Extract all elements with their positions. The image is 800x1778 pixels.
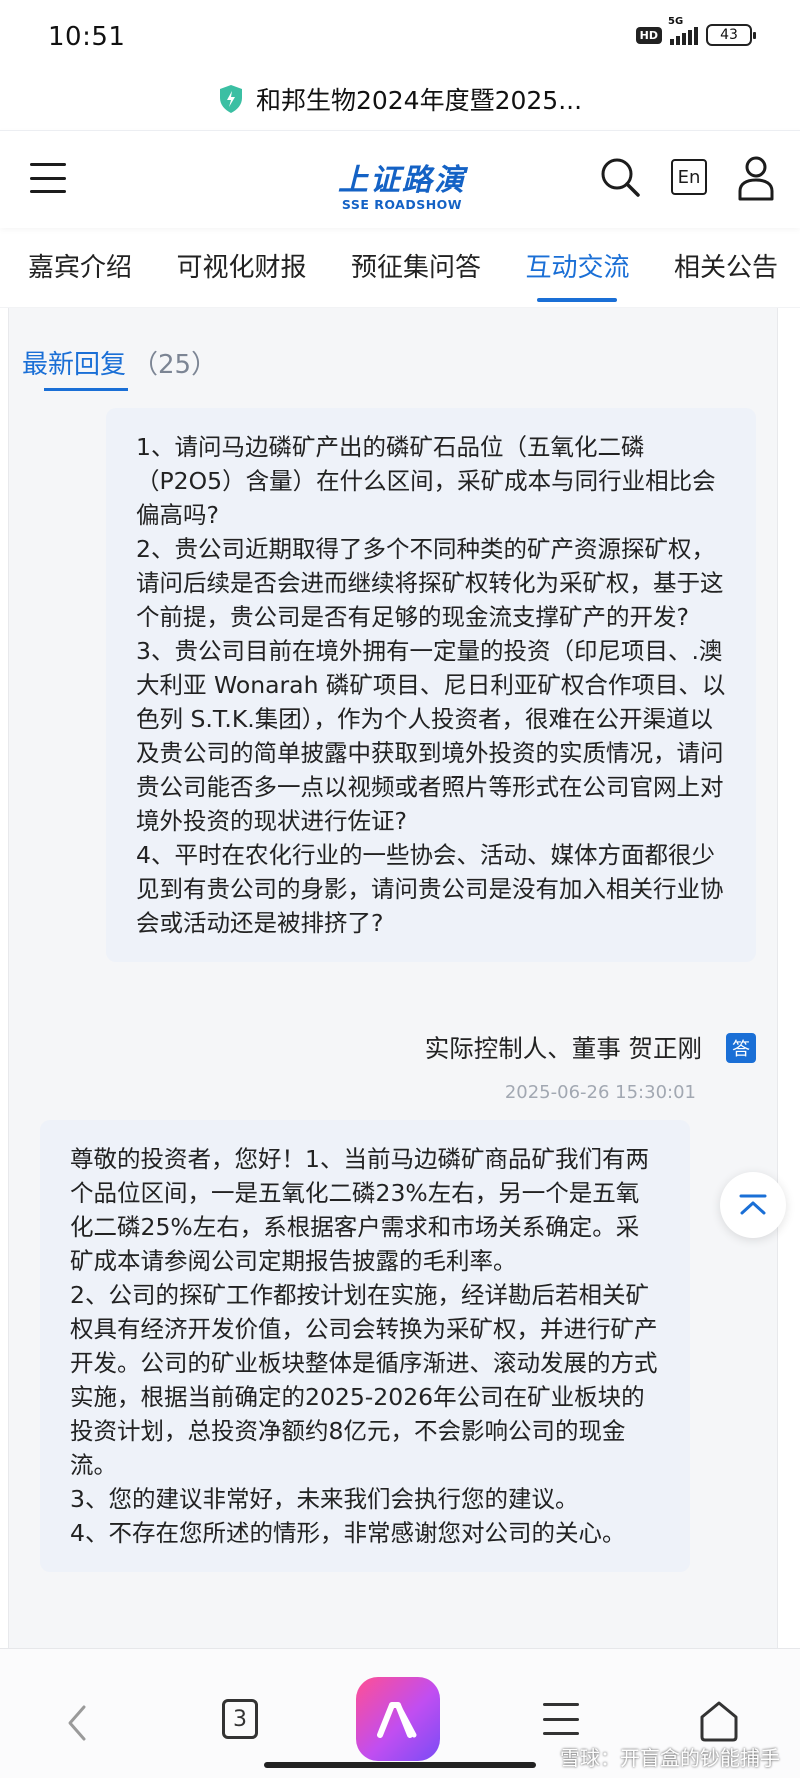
question-line: 2、贵公司近期取得了多个不同种类的矿产资源探矿权，请问后续是否会进而继续将探矿权… [136,535,724,631]
answer-badge: 答 [726,1032,756,1063]
hd-badge: HD [635,26,662,44]
double-chevron-up-icon [739,1194,767,1215]
tab-count-button[interactable]: 3 [222,1699,258,1739]
logo-english: SSE ROADSHOW [341,197,463,212]
page-title: 和邦生物2024年度暨2025... [255,86,583,115]
answer-card: 尊敬的投资者，您好！1、当前马边磷矿商品矿我们有两个品位区间，一是五氧化二磷23… [40,1120,690,1572]
answer-author-row: 实际控制人、董事 贺正刚 答 [425,1030,756,1065]
watermark-text: 雪球：开盲盒的钞能捕手 [560,1746,780,1770]
answer-author: 实际控制人、董事 贺正刚 [424,1034,702,1063]
network-label: 5G [668,16,684,27]
address-bar[interactable]: 和邦生物2024年度暨2025... [0,70,800,128]
question-line: 1、请问马边磷矿产出的磷矿石品位（五氧化二磷（P2O5）含量）在什么区间，采矿成… [136,433,716,529]
site-header: 上证路演 SSE ROADSHOW En [0,130,800,228]
home-indicator[interactable] [264,1762,536,1768]
secure-shield-icon [219,85,242,113]
latest-replies-label: 最新回复 [22,350,127,380]
question-line: 4、平时在农化行业的一些协会、活动、媒体方面都很少见到有贵公司的身影，请问贵公司… [136,841,724,937]
scroll-to-top-button[interactable] [720,1172,786,1238]
tab-guest-intro[interactable]: 嘉宾介绍 [28,228,132,308]
menu-icon[interactable] [543,1703,579,1735]
answer-timestamp: 2025-06-26 15:30:01 [504,1082,696,1103]
logo-chinese: 上证路演 [338,163,466,198]
battery-icon: 43 [706,24,756,46]
language-button[interactable]: En [671,159,707,195]
menu-button[interactable] [30,163,66,193]
ai-logo-icon [377,1702,417,1738]
question-line: 3、贵公司目前在境外拥有一定量的投资（印尼项目、.澳大利亚 Wonarah 磷矿… [136,637,726,835]
search-icon[interactable] [598,155,642,199]
back-icon[interactable] [62,1703,92,1743]
question-card: 1、请问马边磷矿产出的磷矿石品位（五氧化二磷（P2O5）含量）在什么区间，采矿成… [106,408,756,962]
subtab-underline [44,388,128,391]
latest-replies-tab[interactable]: 最新回复 （25） [22,344,217,381]
signal-icon: 5G [668,16,698,45]
home-icon[interactable] [698,1699,740,1743]
status-time: 10:51 [48,22,126,52]
answer-line: 4、不存在您所述的情形，非常感谢您对公司的关心。 [70,1519,626,1547]
status-icons: HD 5G 43 [635,16,756,46]
section-tabs: 嘉宾介绍 可视化财报 预征集问答 互动交流 相关公告 [0,228,800,308]
tab-announcements[interactable]: 相关公告 [674,228,778,308]
user-icon[interactable] [737,155,775,201]
site-logo[interactable]: 上证路演 SSE ROADSHOW [322,155,482,212]
answer-line: 3、您的建议非常好，未来我们会执行您的建议。 [70,1485,579,1513]
ai-assistant-button[interactable] [356,1677,440,1761]
battery-level: 43 [720,27,738,43]
answer-line: 2、公司的探矿工作都按计划在实施，经详勘后若相关矿权具有经济开发价值，公司会转换… [70,1281,658,1479]
tab-visual-report[interactable]: 可视化财报 [176,228,306,308]
reply-count: （25） [132,350,218,380]
tab-interaction[interactable]: 互动交流 [525,228,629,308]
tab-pre-qa[interactable]: 预征集问答 [351,228,481,308]
answer-line: 尊敬的投资者，您好！1、当前马边磷矿商品矿我们有两个品位区间，一是五氧化二磷23… [70,1145,649,1275]
